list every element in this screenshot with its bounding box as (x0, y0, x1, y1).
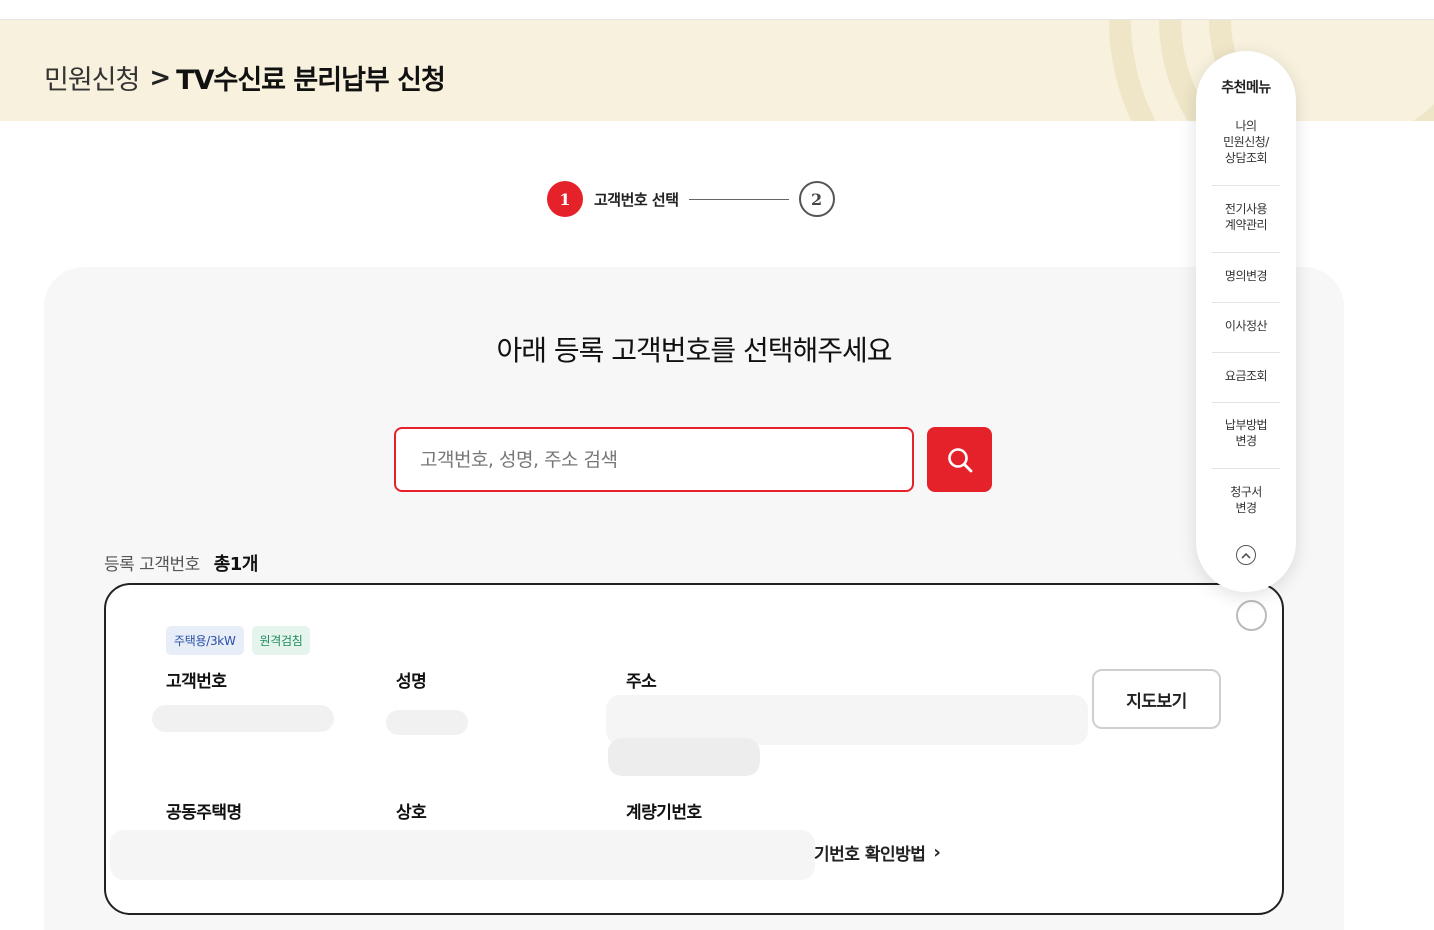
chevron-right-icon: › (933, 842, 941, 863)
menu-item-label: 청구서 변경 (1230, 485, 1262, 515)
section-title: 아래 등록 고객번호를 선택해주세요 (496, 334, 892, 367)
decorative-pattern (1109, 20, 1434, 121)
name-value-redacted (386, 710, 468, 735)
page-title: TV수신료 분리납부 신청 (176, 65, 446, 96)
menu-divider (1212, 302, 1280, 303)
badge-group: 주택용/3kW 원격검침 (166, 626, 311, 655)
step-1-indicator: 1 (547, 181, 583, 217)
step-2-indicator: 2 (798, 181, 835, 217)
menu-item-label: 전기사용 계약관리 (1224, 202, 1268, 232)
menu-item-label: 나의 민원신청/ 상담조회 (1223, 119, 1269, 165)
metering-badge: 원격검침 (251, 626, 311, 655)
business-name-label: 상호 (396, 803, 427, 823)
registered-count: 등록 고객번호 총1개 (104, 550, 258, 576)
contract-type-badge: 주택용/3kW (166, 626, 244, 655)
bottom-values-redacted (110, 830, 815, 880)
menu-divider (1212, 402, 1280, 403)
menu-item-label: 요금조회 (1224, 369, 1268, 383)
menu-invoice-change[interactable]: 청구서 변경 (1212, 484, 1280, 516)
menu-contract-management[interactable]: 전기사용 계약관리 (1212, 201, 1280, 233)
customer-number-value-redacted (152, 705, 334, 732)
menu-item-label: 납부방법 변경 (1224, 418, 1268, 448)
menu-divider (1212, 252, 1280, 253)
address-value-redacted-2 (608, 738, 760, 776)
step-1-label: 고객번호 선택 (594, 190, 679, 209)
chevron-right-icon: > (149, 62, 171, 93)
meter-number-help-link[interactable]: 기번호 확인방법 › (814, 840, 941, 865)
count-value: 총1개 (213, 554, 259, 575)
name-label: 성명 (396, 672, 427, 692)
customer-number-label: 고객번호 (166, 672, 227, 692)
search-button[interactable] (927, 427, 992, 492)
address-label: 주소 (626, 672, 657, 692)
meter-number-label: 계량기번호 (626, 803, 702, 823)
count-label: 등록 고객번호 (104, 555, 200, 575)
step-connector (688, 198, 789, 200)
progress-stepper: 1 고객번호 선택 2 (547, 181, 835, 217)
search-icon (947, 447, 972, 472)
customer-select-radio[interactable] (1236, 600, 1267, 631)
menu-divider (1212, 185, 1280, 186)
menu-item-label: 명의변경 (1224, 269, 1268, 283)
recommended-menu: 추천메뉴 나의 민원신청/ 상담조회 전기사용 계약관리 명의변경 이사정산 요… (1196, 51, 1296, 592)
scroll-top-button[interactable] (1236, 545, 1256, 565)
menu-bill-inquiry[interactable]: 요금조회 (1212, 368, 1280, 384)
map-view-button[interactable]: 지도보기 (1092, 669, 1221, 729)
menu-divider (1212, 468, 1280, 469)
menu-my-requests[interactable]: 나의 민원신청/ 상담조회 (1212, 118, 1280, 166)
recommended-menu-title: 추천메뉴 (1221, 80, 1271, 96)
search-input[interactable] (420, 448, 888, 471)
menu-item-label: 이사정산 (1224, 319, 1268, 333)
top-bar (0, 0, 1434, 20)
menu-payment-method[interactable]: 납부방법 변경 (1212, 417, 1280, 449)
breadcrumb: 민원신청 > TV수신료 분리납부 신청 (44, 58, 446, 97)
apartment-name-label: 공동주택명 (166, 803, 242, 823)
breadcrumb-parent[interactable]: 민원신청 (44, 58, 140, 97)
search-field[interactable] (394, 427, 914, 492)
menu-divider (1212, 352, 1280, 353)
menu-moving-settlement[interactable]: 이사정산 (1212, 318, 1280, 334)
menu-name-change[interactable]: 명의변경 (1212, 268, 1280, 284)
chevron-up-icon (1241, 552, 1251, 559)
meter-help-label: 기번호 확인방법 (814, 845, 926, 865)
